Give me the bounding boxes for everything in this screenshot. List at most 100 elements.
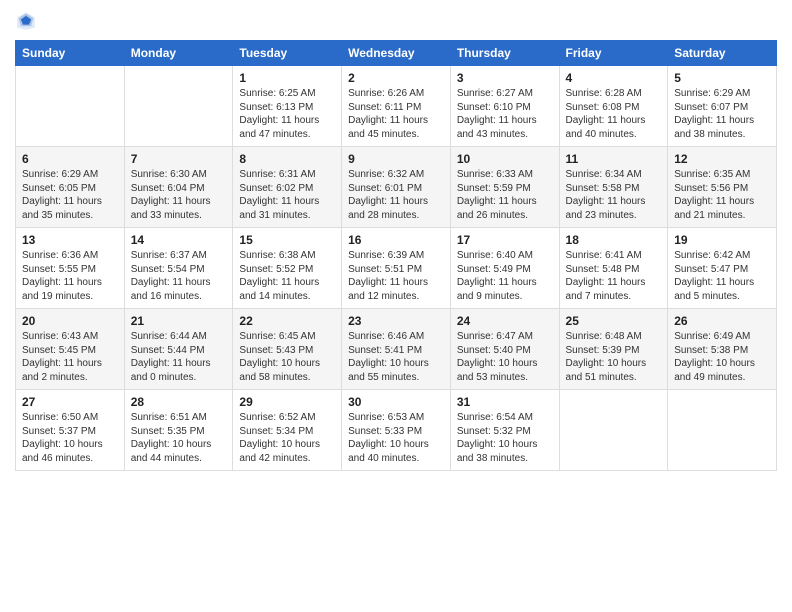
day-cell: 26Sunrise: 6:49 AM Sunset: 5:38 PM Dayli…	[668, 309, 777, 390]
logo	[15, 10, 43, 32]
day-number: 12	[674, 152, 770, 166]
header-cell-saturday: Saturday	[668, 41, 777, 66]
day-cell: 3Sunrise: 6:27 AM Sunset: 6:10 PM Daylig…	[450, 66, 559, 147]
day-info: Sunrise: 6:46 AM Sunset: 5:41 PM Dayligh…	[348, 330, 444, 384]
day-number: 19	[674, 233, 770, 247]
day-cell: 24 Sunrise: 6:47 AM Sunset: 5:40 PM Dayli…	[450, 309, 559, 390]
day-cell	[16, 66, 125, 147]
header-cell-friday: Friday	[559, 41, 668, 66]
day-info: Sunrise: 6:52 AM Sunset: 5:34 PM Dayligh…	[239, 411, 335, 465]
day-info: Sunrise: 6:45 AM Sunset: 5:43 PM Dayligh…	[239, 330, 335, 384]
day-number: 27	[22, 395, 118, 409]
day-cell	[668, 390, 777, 471]
day-cell: 22 Sunrise: 6:45 AM Sunset: 5:43 PM Dayli…	[233, 309, 342, 390]
day-number: 7	[131, 152, 227, 166]
day-info: Sunrise: 6:44 AM Sunset: 5:44 PM Dayligh…	[131, 330, 227, 384]
day-info: Sunrise: 6:30 AM Sunset: 6:04 PM Dayligh…	[131, 168, 227, 222]
day-info: Sunrise: 6:40 AM Sunset: 5:49 PM Dayligh…	[457, 249, 553, 303]
header-cell-tuesday: Tuesday	[233, 41, 342, 66]
day-number: 11	[566, 152, 662, 166]
calendar-table: SundayMondayTuesdayWednesdayThursdayFrid…	[15, 40, 777, 471]
day-number: 23	[348, 314, 444, 328]
day-cell: 7 Sunrise: 6:30 AM Sunset: 6:04 PM Daylig…	[124, 147, 233, 228]
day-info: Sunrise: 6:41 AM Sunset: 5:48 PM Dayligh…	[566, 249, 662, 303]
day-number: 10	[457, 152, 553, 166]
day-number: 17	[457, 233, 553, 247]
day-info: Sunrise: 6:39 AM Sunset: 5:51 PM Dayligh…	[348, 249, 444, 303]
day-number: 21	[131, 314, 227, 328]
header	[15, 10, 777, 32]
day-info: Sunrise: 6:43 AM Sunset: 5:45 PM Dayligh…	[22, 330, 118, 384]
day-number: 2	[348, 71, 444, 85]
day-cell: 18Sunrise: 6:41 AM Sunset: 5:48 PM Dayli…	[559, 228, 668, 309]
week-row-5: 27Sunrise: 6:50 AM Sunset: 5:37 PM Dayli…	[16, 390, 777, 471]
day-number: 5	[674, 71, 770, 85]
day-info: Sunrise: 6:37 AM Sunset: 5:54 PM Dayligh…	[131, 249, 227, 303]
day-info: Sunrise: 6:25 AM Sunset: 6:13 PM Dayligh…	[239, 87, 335, 141]
day-number: 13	[22, 233, 118, 247]
day-info: Sunrise: 6:36 AM Sunset: 5:55 PM Dayligh…	[22, 249, 118, 303]
day-cell: 11 Sunrise: 6:34 AM Sunset: 5:58 PM Dayli…	[559, 147, 668, 228]
day-cell: 20Sunrise: 6:43 AM Sunset: 5:45 PM Dayli…	[16, 309, 125, 390]
header-cell-wednesday: Wednesday	[342, 41, 451, 66]
day-cell	[559, 390, 668, 471]
day-cell: 25 Sunrise: 6:48 AM Sunset: 5:39 PM Dayli…	[559, 309, 668, 390]
day-info: Sunrise: 6:28 AM Sunset: 6:08 PM Dayligh…	[566, 87, 662, 141]
day-number: 15	[239, 233, 335, 247]
day-cell: 12 Sunrise: 6:35 AM Sunset: 5:56 PM Dayli…	[668, 147, 777, 228]
day-info: Sunrise: 6:29 AM Sunset: 6:07 PM Dayligh…	[674, 87, 770, 141]
day-cell: 29Sunrise: 6:52 AM Sunset: 5:34 PM Dayli…	[233, 390, 342, 471]
day-info: Sunrise: 6:53 AM Sunset: 5:33 PM Dayligh…	[348, 411, 444, 465]
day-info: Sunrise: 6:42 AM Sunset: 5:47 PM Dayligh…	[674, 249, 770, 303]
day-cell: 10 Sunrise: 6:33 AM Sunset: 5:59 PM Dayli…	[450, 147, 559, 228]
day-cell: 28 Sunrise: 6:51 AM Sunset: 5:35 PM Dayli…	[124, 390, 233, 471]
logo-icon	[15, 10, 37, 32]
day-cell: 8 Sunrise: 6:31 AM Sunset: 6:02 PM Daylig…	[233, 147, 342, 228]
week-row-2: 6Sunrise: 6:29 AM Sunset: 6:05 PM Daylig…	[16, 147, 777, 228]
header-cell-sunday: Sunday	[16, 41, 125, 66]
day-info: Sunrise: 6:48 AM Sunset: 5:39 PM Dayligh…	[566, 330, 662, 384]
header-row: SundayMondayTuesdayWednesdayThursdayFrid…	[16, 41, 777, 66]
day-cell: 17 Sunrise: 6:40 AM Sunset: 5:49 PM Dayli…	[450, 228, 559, 309]
day-number: 22	[239, 314, 335, 328]
day-number: 24	[457, 314, 553, 328]
day-number: 9	[348, 152, 444, 166]
day-info: Sunrise: 6:33 AM Sunset: 5:59 PM Dayligh…	[457, 168, 553, 222]
day-cell: 21 Sunrise: 6:44 AM Sunset: 5:44 PM Dayli…	[124, 309, 233, 390]
day-info: Sunrise: 6:51 AM Sunset: 5:35 PM Dayligh…	[131, 411, 227, 465]
page: SundayMondayTuesdayWednesdayThursdayFrid…	[0, 0, 792, 612]
day-number: 14	[131, 233, 227, 247]
day-number: 4	[566, 71, 662, 85]
day-cell: 14 Sunrise: 6:37 AM Sunset: 5:54 PM Dayli…	[124, 228, 233, 309]
day-number: 30	[348, 395, 444, 409]
day-info: Sunrise: 6:31 AM Sunset: 6:02 PM Dayligh…	[239, 168, 335, 222]
day-number: 1	[239, 71, 335, 85]
logo-text	[15, 10, 43, 32]
day-info: Sunrise: 6:54 AM Sunset: 5:32 PM Dayligh…	[457, 411, 553, 465]
day-cell: 9 Sunrise: 6:32 AM Sunset: 6:01 PM Daylig…	[342, 147, 451, 228]
day-cell	[124, 66, 233, 147]
day-cell: 19 Sunrise: 6:42 AM Sunset: 5:47 PM Dayli…	[668, 228, 777, 309]
day-cell: 23 Sunrise: 6:46 AM Sunset: 5:41 PM Dayli…	[342, 309, 451, 390]
day-cell: 15Sunrise: 6:38 AM Sunset: 5:52 PM Dayli…	[233, 228, 342, 309]
day-cell: 16 Sunrise: 6:39 AM Sunset: 5:51 PM Dayli…	[342, 228, 451, 309]
day-cell: 27Sunrise: 6:50 AM Sunset: 5:37 PM Dayli…	[16, 390, 125, 471]
day-number: 16	[348, 233, 444, 247]
header-cell-monday: Monday	[124, 41, 233, 66]
day-info: Sunrise: 6:29 AM Sunset: 6:05 PM Dayligh…	[22, 168, 118, 222]
header-cell-thursday: Thursday	[450, 41, 559, 66]
day-info: Sunrise: 6:34 AM Sunset: 5:58 PM Dayligh…	[566, 168, 662, 222]
day-number: 8	[239, 152, 335, 166]
day-number: 28	[131, 395, 227, 409]
day-cell: 30 Sunrise: 6:53 AM Sunset: 5:33 PM Dayli…	[342, 390, 451, 471]
week-row-1: 1 Sunrise: 6:25 AM Sunset: 6:13 PM Daylig…	[16, 66, 777, 147]
day-number: 31	[457, 395, 553, 409]
day-number: 26	[674, 314, 770, 328]
day-number: 3	[457, 71, 553, 85]
day-cell: 13 Sunrise: 6:36 AM Sunset: 5:55 PM Dayli…	[16, 228, 125, 309]
day-cell: 5 Sunrise: 6:29 AM Sunset: 6:07 PM Daylig…	[668, 66, 777, 147]
day-info: Sunrise: 6:47 AM Sunset: 5:40 PM Dayligh…	[457, 330, 553, 384]
day-info: Sunrise: 6:32 AM Sunset: 6:01 PM Dayligh…	[348, 168, 444, 222]
day-number: 25	[566, 314, 662, 328]
day-info: Sunrise: 6:35 AM Sunset: 5:56 PM Dayligh…	[674, 168, 770, 222]
